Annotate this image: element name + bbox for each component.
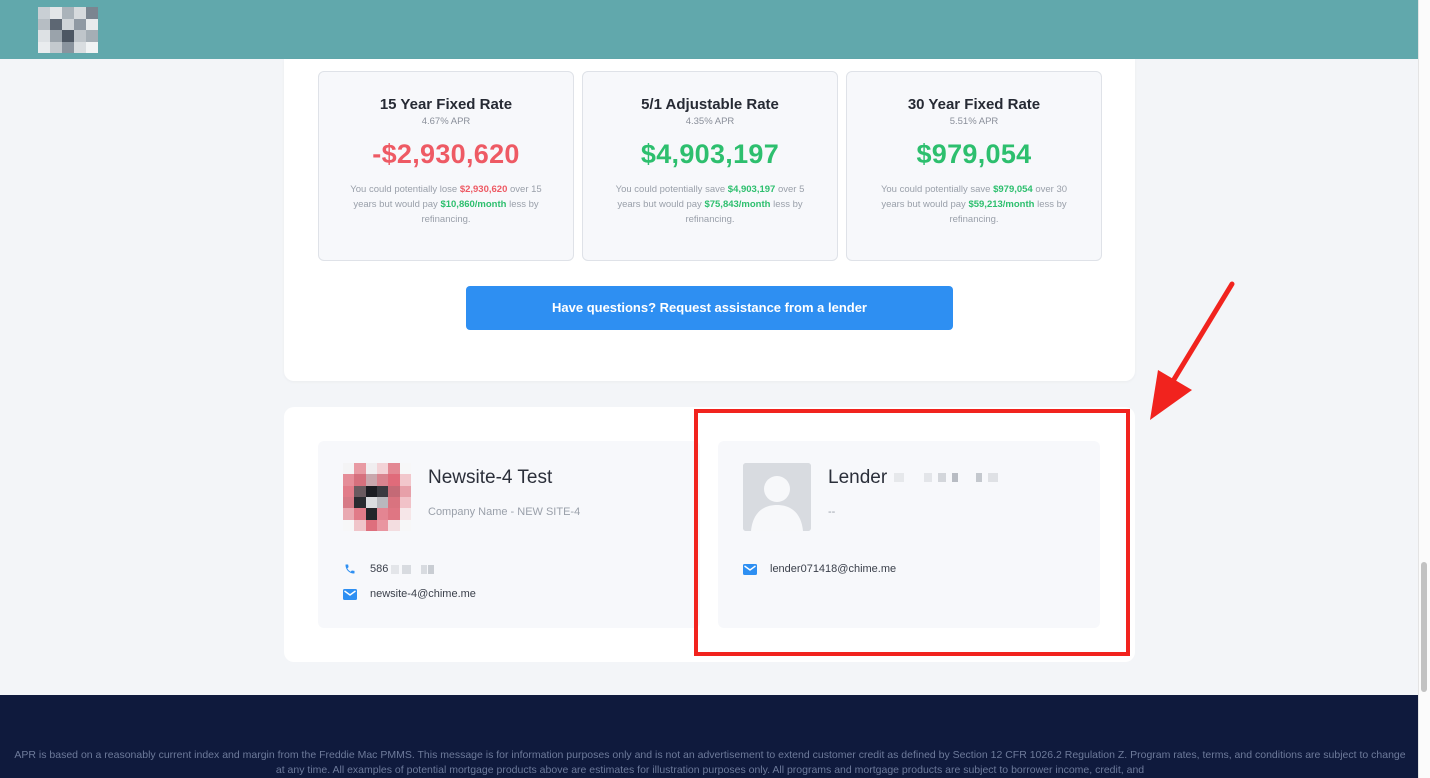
rate-apr: 4.67% APR	[421, 116, 471, 127]
rate-title: 15 Year Fixed Rate	[379, 96, 513, 113]
footer-disclaimer: APR is based on a reasonably current ind…	[14, 749, 1406, 776]
top-header-bar	[0, 0, 1418, 59]
desc-amount: $2,930,620	[459, 184, 508, 195]
site-logo[interactable]	[38, 7, 98, 53]
rate-description: You could potentially save $4,903,197 ov…	[610, 182, 810, 227]
desc-amount: $979,054	[993, 184, 1033, 195]
agent-email-text: newsite-4@chime.me	[370, 588, 476, 600]
redacted-block	[402, 564, 412, 574]
phone-icon	[343, 562, 357, 576]
rate-card-30-year-fixed: 30 Year Fixed Rate 5.51% APR $979,054 Yo…	[846, 71, 1102, 261]
rate-description: You could potentially save $979,054 over…	[874, 182, 1074, 227]
rate-title: 30 Year Fixed Rate	[907, 96, 1041, 113]
rate-card-15-year-fixed: 15 Year Fixed Rate 4.67% APR -$2,930,620…	[318, 71, 574, 261]
annotation-highlight-box	[694, 409, 1130, 656]
rate-card-5-1-adjustable: 5/1 Adjustable Rate 4.35% APR $4,903,197…	[582, 71, 838, 261]
rate-description: You could potentially lose $2,930,620 ov…	[346, 182, 546, 227]
desc-monthly: $59,213/month	[968, 199, 1035, 210]
agent-phone[interactable]: 586	[343, 562, 435, 576]
agent-avatar	[343, 463, 411, 531]
desc-text: You could potentially save	[880, 184, 994, 195]
desc-monthly: $75,843/month	[704, 199, 771, 210]
footer: APR is based on a reasonably current ind…	[0, 695, 1418, 778]
rate-apr: 4.35% APR	[685, 116, 735, 127]
redacted-block	[421, 564, 428, 574]
rate-amount: -$2,930,620	[372, 139, 520, 169]
refinance-rates-panel: 15 Year Fixed Rate 4.67% APR -$2,930,620…	[284, 59, 1135, 381]
desc-monthly: $10,860/month	[440, 199, 507, 210]
agent-name: Newsite-4 Test	[428, 467, 553, 488]
mail-icon	[343, 587, 357, 601]
desc-text: You could potentially lose	[350, 184, 460, 195]
agent-contact-card: Newsite-4 Test Company Name - NEW SITE-4…	[318, 441, 700, 628]
scrollbar-thumb[interactable]	[1421, 562, 1427, 692]
desc-amount: $4,903,197	[727, 184, 776, 195]
desc-text: You could potentially save	[615, 184, 728, 195]
rate-amount: $4,903,197	[640, 139, 780, 169]
rate-amount: $979,054	[916, 139, 1032, 169]
rate-apr: 5.51% APR	[949, 116, 999, 127]
rate-title: 5/1 Adjustable Rate	[641, 96, 779, 113]
agent-company: Company Name - NEW SITE-4	[428, 506, 581, 518]
agent-phone-text: 586	[370, 563, 389, 575]
annotation-arrow-icon	[1150, 281, 1235, 420]
redacted-block	[428, 564, 435, 574]
request-lender-assistance-button[interactable]: Have questions? Request assistance from …	[466, 286, 953, 330]
agent-email[interactable]: newsite-4@chime.me	[343, 587, 476, 601]
redacted-block	[391, 564, 400, 574]
